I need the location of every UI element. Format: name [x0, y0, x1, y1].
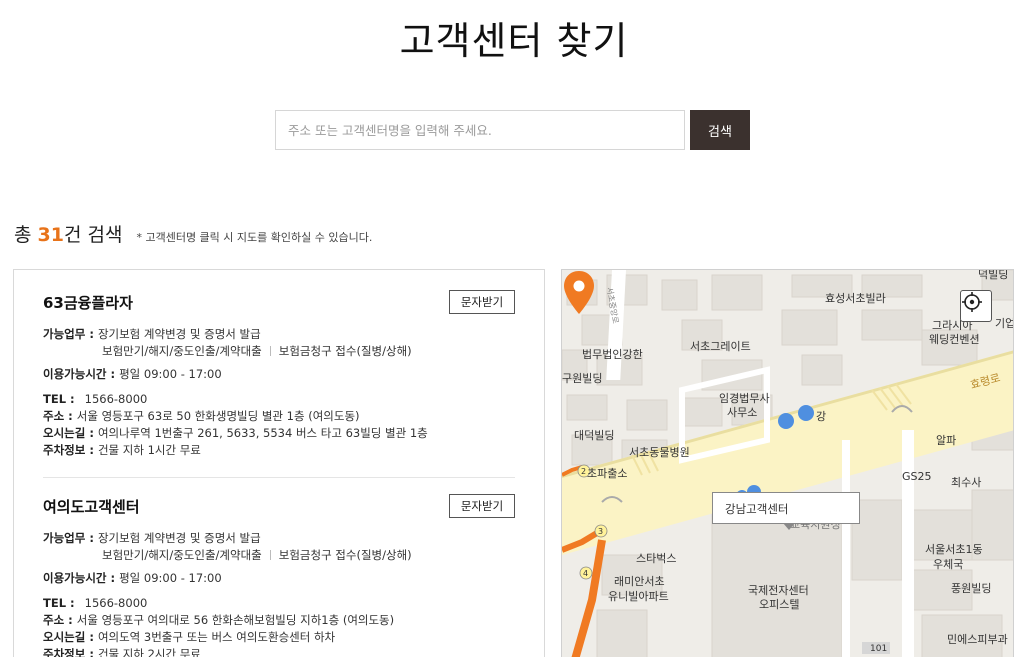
parking-value: 건물 지하 1시간 무료: [97, 443, 201, 457]
map-tooltip: 강남고객센터: [712, 492, 860, 530]
result-suffix: 건 검색: [63, 224, 123, 246]
svg-text:2: 2: [581, 467, 586, 476]
result-count-text: 총 31건 검색: [14, 220, 122, 247]
svg-text:3: 3: [598, 527, 603, 536]
map-label-ramian1: 래미안서초: [614, 575, 665, 588]
parking-label: 주차정보 :: [43, 443, 94, 457]
map-label-gu-bldg: 구원빌딩: [562, 372, 603, 385]
result-count: 31: [37, 224, 64, 246]
search-bar: 검색: [275, 110, 750, 150]
search-input[interactable]: [275, 110, 685, 150]
map-label-choesu: 최수사: [951, 476, 982, 489]
biz-label: 가능업무 :: [43, 327, 94, 341]
result-summary: 총 31건 검색 * 고객센터명 클릭 시 지도를 확인하실 수 있습니다.: [14, 220, 372, 247]
map-label-hospital: 서초동물병원: [629, 446, 690, 459]
center-name[interactable]: 여의도고객센터: [43, 496, 140, 517]
tel-label: TEL :: [43, 392, 75, 406]
biz-line2a: 보험만기/해지/중도인출/계약대출: [102, 548, 262, 562]
result-note: * 고객센터명 클릭 시 지도를 확인하실 수 있습니다.: [136, 231, 373, 244]
biz-line2b: 보험금청구 접수(질병/상해): [278, 344, 412, 358]
svg-text:4: 4: [583, 569, 588, 578]
center-card: 63금융플라자 문자받기 가능업무 : 장기보험 계약변경 및 증명서 발급 보험…: [14, 270, 544, 469]
map-label-post2: 우체국: [933, 558, 964, 571]
parking-label: 주차정보 :: [43, 647, 94, 657]
map-label-gs25: GS25: [902, 470, 932, 483]
result-prefix: 총: [14, 224, 38, 246]
page-title: 고객센터 찾기: [399, 19, 629, 63]
map-label-daedeok: 대덕빌딩: [574, 429, 615, 442]
hours-label: 이용가능시간 :: [43, 571, 116, 585]
sms-button[interactable]: 문자받기: [449, 290, 515, 314]
biz-line1: 장기보험 계약변경 및 증명서 발급: [97, 327, 261, 341]
map-label-post1: 서울서초1동: [925, 543, 983, 556]
map-label-top-right: 덕빌딩: [978, 269, 1009, 281]
crosshair-icon: [962, 292, 982, 312]
map-label-skin: 민에스피부과: [947, 633, 1008, 646]
map-label-101: 101: [870, 644, 888, 654]
map-label-wedding2: 웨딩컨벤션: [929, 333, 980, 346]
addr-value: 서울 영등포구 여의대로 56 한화손해보험빌딩 지하1층 (여의도동): [76, 613, 395, 627]
map-label-seocho-gate: 서초그레이트: [690, 340, 751, 353]
center-list: 63금융플라자 문자받기 가능업무 : 장기보험 계약변경 및 증명서 발급 보험…: [13, 269, 545, 657]
location-pin-icon[interactable]: [562, 270, 596, 316]
map-label-ramian2: 유니빌아파트: [608, 590, 669, 603]
center-card: 여의도고객센터 문자받기 가능업무 : 장기보험 계약변경 및 증명서 발급 보험…: [14, 478, 544, 657]
locate-button[interactable]: [960, 290, 992, 322]
map-label-starbucks: 스타벅스: [636, 552, 677, 565]
separator: [269, 550, 271, 560]
center-name[interactable]: 63금융플라자: [43, 292, 133, 313]
map-view[interactable]: 2 3 4 효성서초빌라 서초그레이트 법무법인강한 구원빌딩 임경법무사 사무…: [561, 269, 1014, 657]
biz-line1: 장기보험 계약변경 및 증명서 발급: [97, 531, 261, 545]
tel-value: 1566-8000: [84, 596, 148, 610]
customer-center-page: 고객센터 찾기 검색 총 31건 검색 * 고객센터명 클릭 시 지도를 확인하…: [0, 0, 1028, 657]
sms-button[interactable]: 문자받기: [449, 494, 515, 518]
tel-value: 1566-8000: [84, 392, 148, 406]
map-label-gang: 강: [816, 410, 827, 423]
hours-value: 평일 09:00 - 17:00: [119, 571, 222, 585]
separator: [269, 346, 271, 356]
addr-label: 주소 :: [43, 613, 73, 627]
parking-value: 건물 지하 2시간 무료: [97, 647, 201, 657]
map-label-pungwon: 풍원빌딩: [951, 582, 992, 595]
map-label-samuso: 사무소: [727, 406, 758, 419]
addr-label: 주소 :: [43, 409, 73, 423]
hours-label: 이용가능시간 :: [43, 367, 116, 381]
map-label-beobmu: 법무법인강한: [582, 348, 643, 361]
tel-label: TEL :: [43, 596, 75, 610]
addr-value: 서울 영등포구 63로 50 한화생명빌딩 별관 1층 (여의도동): [76, 409, 360, 423]
route-label: 오시는길 :: [43, 630, 94, 644]
search-button[interactable]: 검색: [690, 110, 750, 150]
map-label-police: 초파출소: [587, 467, 628, 480]
map-label-gi: 기업: [995, 317, 1014, 330]
map-label-alpa: 알파: [936, 434, 957, 447]
route-label: 오시는길 :: [43, 426, 94, 440]
map-label-intl2: 오피스텔: [759, 598, 800, 611]
biz-line2a: 보험만기/해지/중도인출/계약대출: [102, 344, 262, 358]
route-value: 여의나루역 1번출구 261, 5633, 5534 버스 타고 63빌딩 별관…: [97, 426, 428, 440]
biz-label: 가능업무 :: [43, 531, 94, 545]
biz-line2b: 보험금청구 접수(질병/상해): [278, 548, 412, 562]
route-value: 여의도역 3번출구 또는 버스 여의도환승센터 하차: [97, 630, 336, 644]
hours-value: 평일 09:00 - 17:00: [119, 367, 222, 381]
map-label-hyosung: 효성서초빌라: [825, 292, 886, 305]
